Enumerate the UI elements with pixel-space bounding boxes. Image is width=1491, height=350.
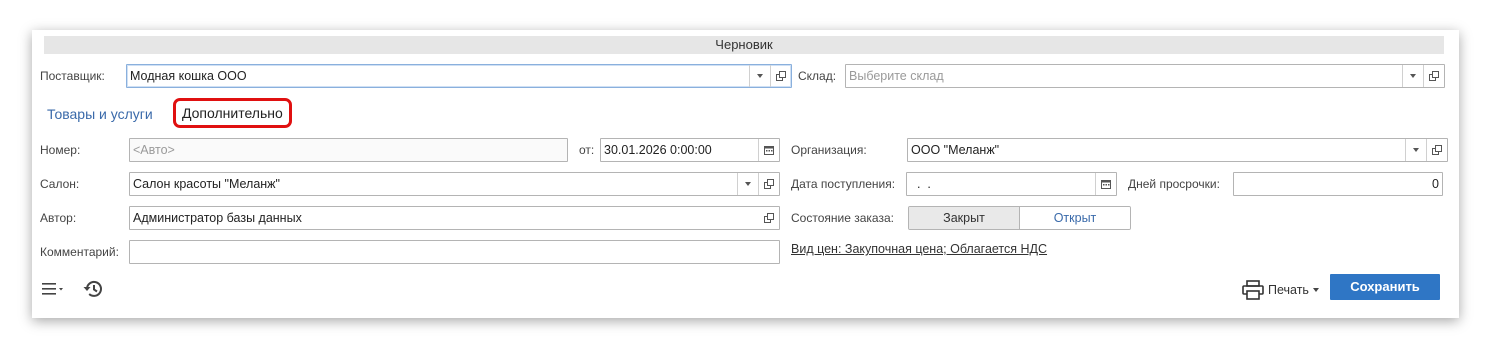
comment-field[interactable] xyxy=(129,240,780,264)
supplier-dropdown-button[interactable] xyxy=(749,65,770,87)
arrival-date-calendar-button[interactable] xyxy=(1095,173,1116,195)
tab-goods-services[interactable]: Товары и услуги xyxy=(47,102,153,126)
open-window-icon xyxy=(1432,145,1442,155)
print-label: Печать xyxy=(1268,283,1309,297)
status-header: Черновик xyxy=(44,36,1444,54)
arrival-date-label: Дата поступления: xyxy=(791,177,896,191)
chevron-down-icon xyxy=(757,74,763,78)
warehouse-dropdown-button[interactable] xyxy=(1402,65,1423,87)
open-window-icon xyxy=(764,179,774,189)
history-button[interactable] xyxy=(82,277,106,301)
order-state-closed[interactable]: Закрыт xyxy=(909,207,1020,229)
order-state-label: Состояние заказа: xyxy=(791,211,894,225)
number-placeholder: <Авто> xyxy=(133,143,175,157)
history-icon xyxy=(83,280,102,297)
date-label: от: xyxy=(579,143,595,157)
supplier-label: Поставщик: xyxy=(40,69,105,83)
supplier-field[interactable]: Модная кошка ООО xyxy=(126,64,792,88)
calendar-icon xyxy=(1101,180,1111,189)
chevron-down-icon xyxy=(1413,148,1419,152)
salon-open-button[interactable] xyxy=(758,173,779,195)
chevron-down-icon xyxy=(1312,288,1319,292)
tab-additional[interactable]: Дополнительно xyxy=(173,98,292,128)
author-value: Администратор базы данных xyxy=(133,211,302,225)
more-menu-button[interactable] xyxy=(42,278,70,300)
supplier-value: Модная кошка ООО xyxy=(130,69,247,83)
menu-icon xyxy=(42,283,63,295)
open-window-icon xyxy=(776,71,786,81)
salon-value: Салон красоты "Меланж" xyxy=(133,177,280,191)
author-label: Автор: xyxy=(40,211,77,225)
date-value: 30.01.2026 0:00:00 xyxy=(604,143,712,157)
organization-label: Организация: xyxy=(791,143,867,157)
open-window-icon xyxy=(1429,71,1439,81)
arrival-date-field[interactable]: . . xyxy=(906,172,1117,196)
warehouse-field[interactable]: Выберите склад xyxy=(845,64,1445,88)
comment-label: Комментарий: xyxy=(40,245,119,259)
number-label: Номер: xyxy=(40,143,81,157)
document-window: Черновик Поставщик: Модная кошка ООО Скл… xyxy=(32,30,1459,318)
arrival-date-value: . . xyxy=(910,177,931,191)
save-button[interactable]: Сохранить xyxy=(1330,274,1440,300)
author-open-button[interactable] xyxy=(759,207,779,229)
salon-dropdown-button[interactable] xyxy=(737,173,758,195)
salon-field[interactable]: Салон красоты "Меланж" xyxy=(129,172,780,196)
number-field[interactable]: <Авто> xyxy=(129,138,568,162)
order-state-open[interactable]: Открыт xyxy=(1020,207,1130,229)
open-window-icon xyxy=(764,213,774,223)
chevron-down-icon xyxy=(745,182,751,186)
date-calendar-button[interactable] xyxy=(758,139,779,161)
organization-open-button[interactable] xyxy=(1426,139,1447,161)
warehouse-label: Склад: xyxy=(798,69,837,83)
organization-value: ООО "Меланж" xyxy=(911,143,1000,157)
organization-field[interactable]: ООО "Меланж" xyxy=(907,138,1448,162)
organization-dropdown-button[interactable] xyxy=(1405,139,1426,161)
printer-icon xyxy=(1242,280,1264,300)
author-field[interactable]: Администратор базы данных xyxy=(129,206,780,230)
overdue-days-label: Дней просрочки: xyxy=(1128,177,1220,191)
date-field[interactable]: 30.01.2026 0:00:00 xyxy=(600,138,780,162)
price-type-link[interactable]: Вид цен: Закупочная цена; Облагается НДС xyxy=(791,240,1047,258)
salon-label: Салон: xyxy=(40,177,80,191)
supplier-open-button[interactable] xyxy=(770,65,791,87)
chevron-down-icon xyxy=(1410,74,1416,78)
order-state-toggle: Закрыт Открыт xyxy=(908,206,1131,230)
overdue-days-field[interactable]: 0 xyxy=(1233,172,1443,196)
warehouse-open-button[interactable] xyxy=(1423,65,1444,87)
calendar-icon xyxy=(764,146,774,155)
print-button[interactable]: Печать xyxy=(1242,278,1319,302)
warehouse-placeholder: Выберите склад xyxy=(849,69,944,83)
